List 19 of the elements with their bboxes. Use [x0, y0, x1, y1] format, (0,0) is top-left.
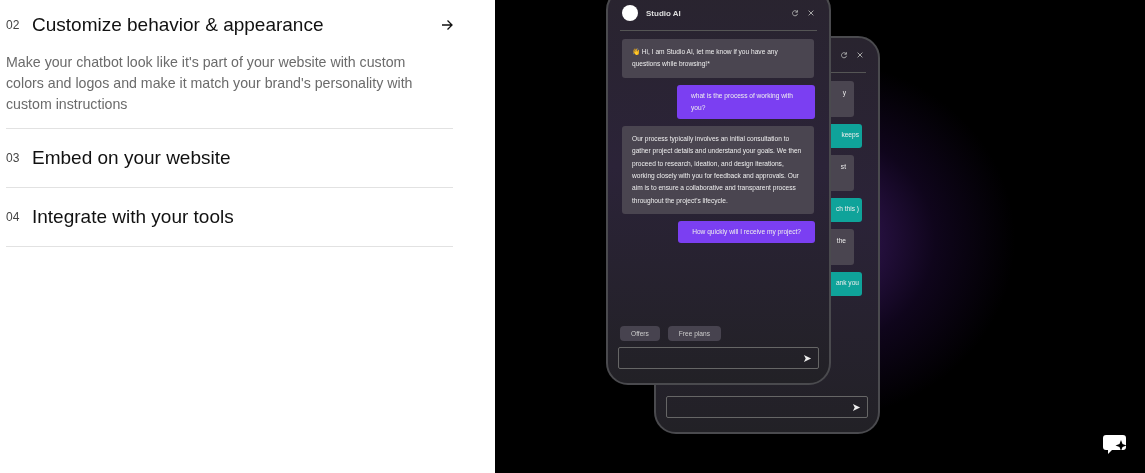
- feature-title[interactable]: Integrate with your tools: [32, 206, 453, 228]
- refresh-icon[interactable]: [791, 9, 799, 17]
- send-icon[interactable]: [803, 353, 812, 363]
- step-number: 04: [6, 210, 20, 224]
- chat-title: Studio AI: [646, 8, 682, 18]
- chat-sparkle-icon[interactable]: [1103, 434, 1129, 456]
- feature-title[interactable]: Customize behavior & appearance: [32, 14, 429, 36]
- logo-icon: [622, 5, 638, 21]
- arrow-right-icon[interactable]: [441, 19, 453, 31]
- close-icon[interactable]: [856, 51, 864, 59]
- step-number: 03: [6, 151, 20, 165]
- message-input[interactable]: [618, 347, 819, 369]
- feature-title[interactable]: Embed on your website: [32, 147, 453, 169]
- message-input[interactable]: [666, 396, 868, 418]
- step-number: 02: [6, 18, 20, 32]
- refresh-icon[interactable]: [840, 51, 848, 59]
- feature-description: Make your chatbot look like it's part of your website with custom colors and logos and make it match your brand's personality with custom instructions: [6, 53, 414, 114]
- send-icon[interactable]: [852, 402, 861, 412]
- close-icon[interactable]: [807, 9, 815, 17]
